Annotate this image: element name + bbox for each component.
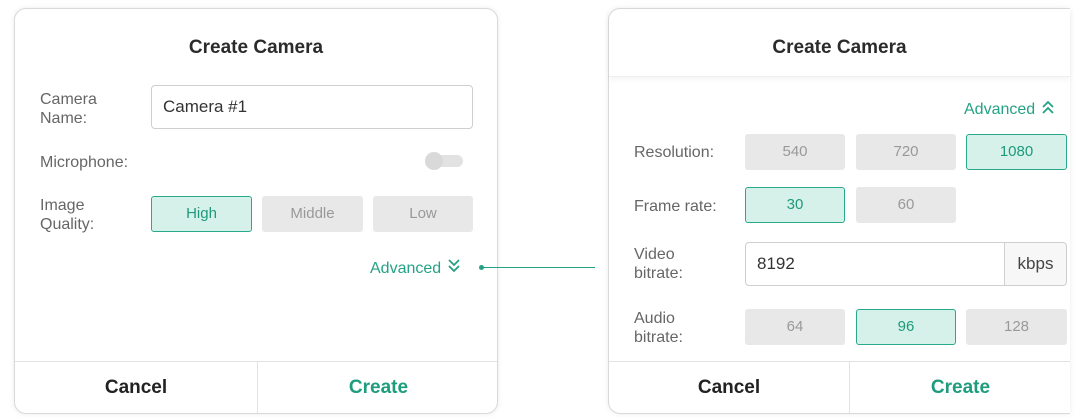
advanced-label: Advanced [964, 101, 1036, 119]
audio-bitrate-option-96[interactable]: 96 [856, 309, 956, 345]
frame-rate-option-60[interactable]: 60 [856, 187, 956, 223]
connector-line [482, 267, 595, 268]
image-quality-label: Image Quality: [40, 197, 95, 233]
create-button[interactable]: Create [258, 362, 499, 413]
cancel-button[interactable]: Cancel [609, 362, 849, 413]
dialog-header: Create Camera [609, 9, 1070, 77]
frame-rate-option-30[interactable]: 30 [745, 187, 845, 223]
create-button[interactable]: Create [850, 362, 1071, 413]
microphone-label: Microphone: [40, 154, 129, 171]
chevron-double-down-icon [447, 258, 461, 280]
resolution-option-1080[interactable]: 1080 [966, 134, 1067, 170]
camera-name-input[interactable]: Camera #1 [151, 85, 473, 129]
chevron-double-up-icon [1041, 99, 1055, 121]
video-bitrate-input[interactable]: 8192 [745, 242, 1005, 286]
resolution-label: Resolution: [634, 144, 715, 161]
create-camera-dialog-advanced: Create Camera Advanced Resolution: 540 7… [608, 8, 1070, 414]
cancel-button[interactable]: Cancel [15, 362, 257, 413]
advanced-label: Advanced [370, 260, 442, 278]
quality-option-high[interactable]: High [151, 196, 252, 232]
dialog-title: Create Camera [188, 37, 324, 58]
video-bitrate-label: Video bitrate: [634, 246, 683, 282]
dialog-footer: Cancel Create [609, 361, 1070, 413]
dialog-title: Create Camera [772, 37, 907, 58]
microphone-toggle[interactable] [425, 152, 463, 170]
dialog-footer: Cancel Create [15, 361, 497, 413]
audio-bitrate-option-128[interactable]: 128 [966, 309, 1067, 345]
video-bitrate-unit: kbps [1004, 242, 1067, 286]
create-camera-dialog-basic: Create Camera Camera Name: Camera #1 Mic… [14, 8, 498, 414]
advanced-toggle[interactable]: Advanced [964, 99, 1055, 121]
resolution-option-540[interactable]: 540 [745, 134, 845, 170]
resolution-option-720[interactable]: 720 [856, 134, 956, 170]
advanced-toggle[interactable]: Advanced [370, 258, 461, 280]
camera-name-label: Camera Name: [40, 91, 97, 127]
audio-bitrate-label: Audio bitrate: [634, 310, 683, 346]
quality-option-middle[interactable]: Middle [262, 196, 363, 232]
audio-bitrate-option-64[interactable]: 64 [745, 309, 845, 345]
quality-option-low[interactable]: Low [373, 196, 473, 232]
frame-rate-label: Frame rate: [634, 198, 717, 215]
